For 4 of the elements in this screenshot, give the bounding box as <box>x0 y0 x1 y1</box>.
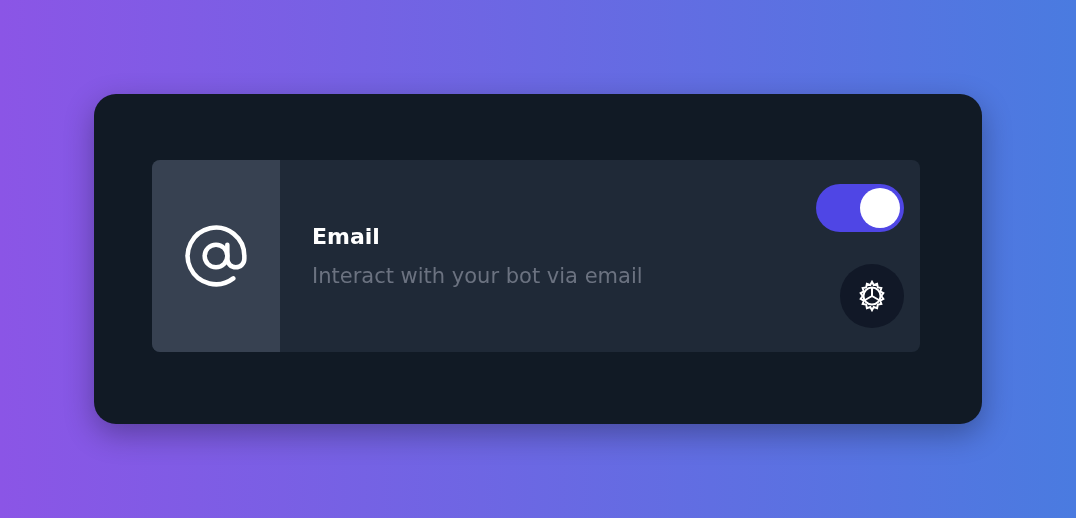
integration-description: Interact with your bot via email <box>312 262 644 290</box>
at-sign-icon <box>182 222 250 290</box>
integration-title: Email <box>312 222 381 251</box>
toggle-switch[interactable] <box>816 184 904 232</box>
